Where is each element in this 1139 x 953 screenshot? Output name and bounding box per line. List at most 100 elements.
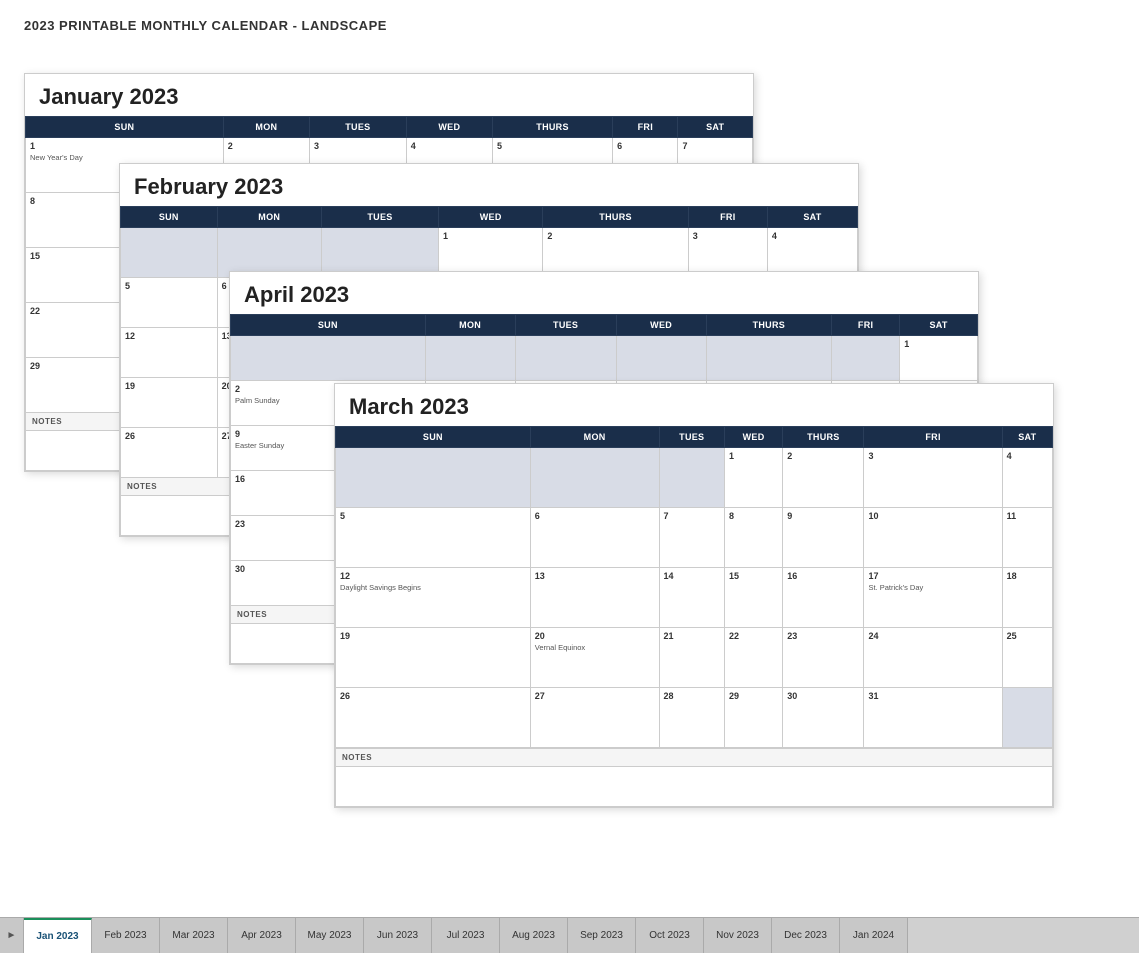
table-cell: 1 (900, 336, 978, 381)
table-cell: 26 (121, 428, 218, 478)
tab-jun-2023[interactable]: Jun 2023 (364, 918, 432, 953)
day-number: 23 (787, 631, 859, 641)
day-number: 7 (682, 141, 748, 151)
jan-header-tues: TUES (309, 117, 406, 138)
day-number: 25 (1007, 631, 1048, 641)
table-row: 1234 (336, 448, 1053, 508)
table-cell (515, 336, 616, 381)
day-number: 14 (664, 571, 720, 581)
day-number: 3 (314, 141, 402, 151)
feb-header-sun: SUN (121, 207, 218, 228)
table-cell: 15 (724, 568, 782, 628)
table-cell (321, 228, 438, 278)
february-title: February 2023 (120, 164, 858, 206)
feb-header-thurs: THURS (543, 207, 688, 228)
tab-dec-2023[interactable]: Dec 2023 (772, 918, 840, 953)
tab-may-2023[interactable]: May 2023 (296, 918, 364, 953)
tabs-container: Jan 2023Feb 2023Mar 2023Apr 2023May 2023… (24, 918, 908, 953)
jan-header-fri: FRI (613, 117, 678, 138)
mar-header-thurs: THURS (783, 427, 864, 448)
table-cell: 27 (530, 688, 659, 748)
table-cell (706, 336, 831, 381)
jan-header-sun: SUN (26, 117, 224, 138)
feb-header-sat: SAT (767, 207, 857, 228)
table-cell: 29 (724, 688, 782, 748)
day-number: 2 (228, 141, 305, 151)
march-notes-body[interactable] (336, 767, 1053, 807)
day-number: 22 (729, 631, 778, 641)
apr-header-tues: TUES (515, 315, 616, 336)
holiday-label: Daylight Savings Begins (340, 583, 526, 592)
day-number: 1 (30, 141, 219, 151)
table-cell: 14 (659, 568, 724, 628)
apr-header-sun: SUN (231, 315, 426, 336)
table-cell: 4 (767, 228, 857, 278)
day-number: 4 (411, 141, 488, 151)
holiday-label: New Year's Day (30, 153, 219, 162)
table-cell: 28 (659, 688, 724, 748)
tab-apr-2023[interactable]: Apr 2023 (228, 918, 296, 953)
table-cell: 13 (530, 568, 659, 628)
feb-header-fri: FRI (688, 207, 767, 228)
tab-sep-2023[interactable]: Sep 2023 (568, 918, 636, 953)
day-number: 5 (125, 281, 213, 291)
day-number: 27 (535, 691, 655, 701)
tab-mar-2023[interactable]: Mar 2023 (160, 918, 228, 953)
day-number: 28 (664, 691, 720, 701)
table-row: 12Daylight Savings Begins1314151617St. P… (336, 568, 1053, 628)
table-cell: 25 (1002, 628, 1052, 688)
jan-header-thurs: THURS (492, 117, 612, 138)
tab-nov-2023[interactable]: Nov 2023 (704, 918, 772, 953)
table-cell: 23 (783, 628, 864, 688)
table-cell: 11 (1002, 508, 1052, 568)
day-number: 1 (729, 451, 778, 461)
table-cell: 16 (783, 568, 864, 628)
tab-feb-2023[interactable]: Feb 2023 (92, 918, 160, 953)
calendar-stack: January 2023 SUN MON TUES WED THURS FRI … (24, 43, 1115, 913)
day-number: 29 (729, 691, 778, 701)
page-title: 2023 PRINTABLE MONTHLY CALENDAR - LANDSC… (24, 18, 1115, 33)
day-number: 12 (340, 571, 526, 581)
day-number: 5 (340, 511, 526, 521)
apr-header-fri: FRI (832, 315, 900, 336)
table-cell (616, 336, 706, 381)
table-cell (832, 336, 900, 381)
tab-jul-2023[interactable]: Jul 2023 (432, 918, 500, 953)
table-cell: 4 (1002, 448, 1052, 508)
table-cell: 20Vernal Equinox (530, 628, 659, 688)
tab-bar: ► Jan 2023Feb 2023Mar 2023Apr 2023May 20… (0, 917, 1139, 953)
mar-header-mon: MON (530, 427, 659, 448)
mar-header-fri: FRI (864, 427, 1002, 448)
apr-header-mon: MON (425, 315, 515, 336)
mar-header-sun: SUN (336, 427, 531, 448)
day-number: 21 (664, 631, 720, 641)
tab-oct-2023[interactable]: Oct 2023 (636, 918, 704, 953)
table-cell: 19 (121, 378, 218, 428)
mar-header-sat: SAT (1002, 427, 1052, 448)
table-cell: 22 (724, 628, 782, 688)
day-number: 11 (1007, 511, 1048, 521)
table-cell: 18 (1002, 568, 1052, 628)
table-cell: 3 (688, 228, 767, 278)
day-number: 2 (787, 451, 859, 461)
table-cell: 1 (439, 228, 543, 278)
table-cell (530, 448, 659, 508)
table-row: 262728293031 (336, 688, 1053, 748)
day-number: 12 (125, 331, 213, 341)
tab-jan-2024[interactable]: Jan 2024 (840, 918, 908, 953)
table-cell: 12 (121, 328, 218, 378)
day-number: 18 (1007, 571, 1048, 581)
tab-jan-2023[interactable]: Jan 2023 (24, 918, 92, 953)
table-cell (1002, 688, 1052, 748)
jan-header-wed: WED (406, 117, 492, 138)
table-cell: 2 (783, 448, 864, 508)
table-cell: 12 Daylight Savings Begins (336, 568, 531, 628)
tab-aug-2023[interactable]: Aug 2023 (500, 918, 568, 953)
table-cell (425, 336, 515, 381)
tab-scroll-left[interactable]: ► (0, 918, 24, 953)
day-number: 3 (868, 451, 997, 461)
day-number: 26 (125, 431, 213, 441)
apr-header-wed: WED (616, 315, 706, 336)
table-cell: 1 (724, 448, 782, 508)
table-row: 1 (231, 336, 978, 381)
